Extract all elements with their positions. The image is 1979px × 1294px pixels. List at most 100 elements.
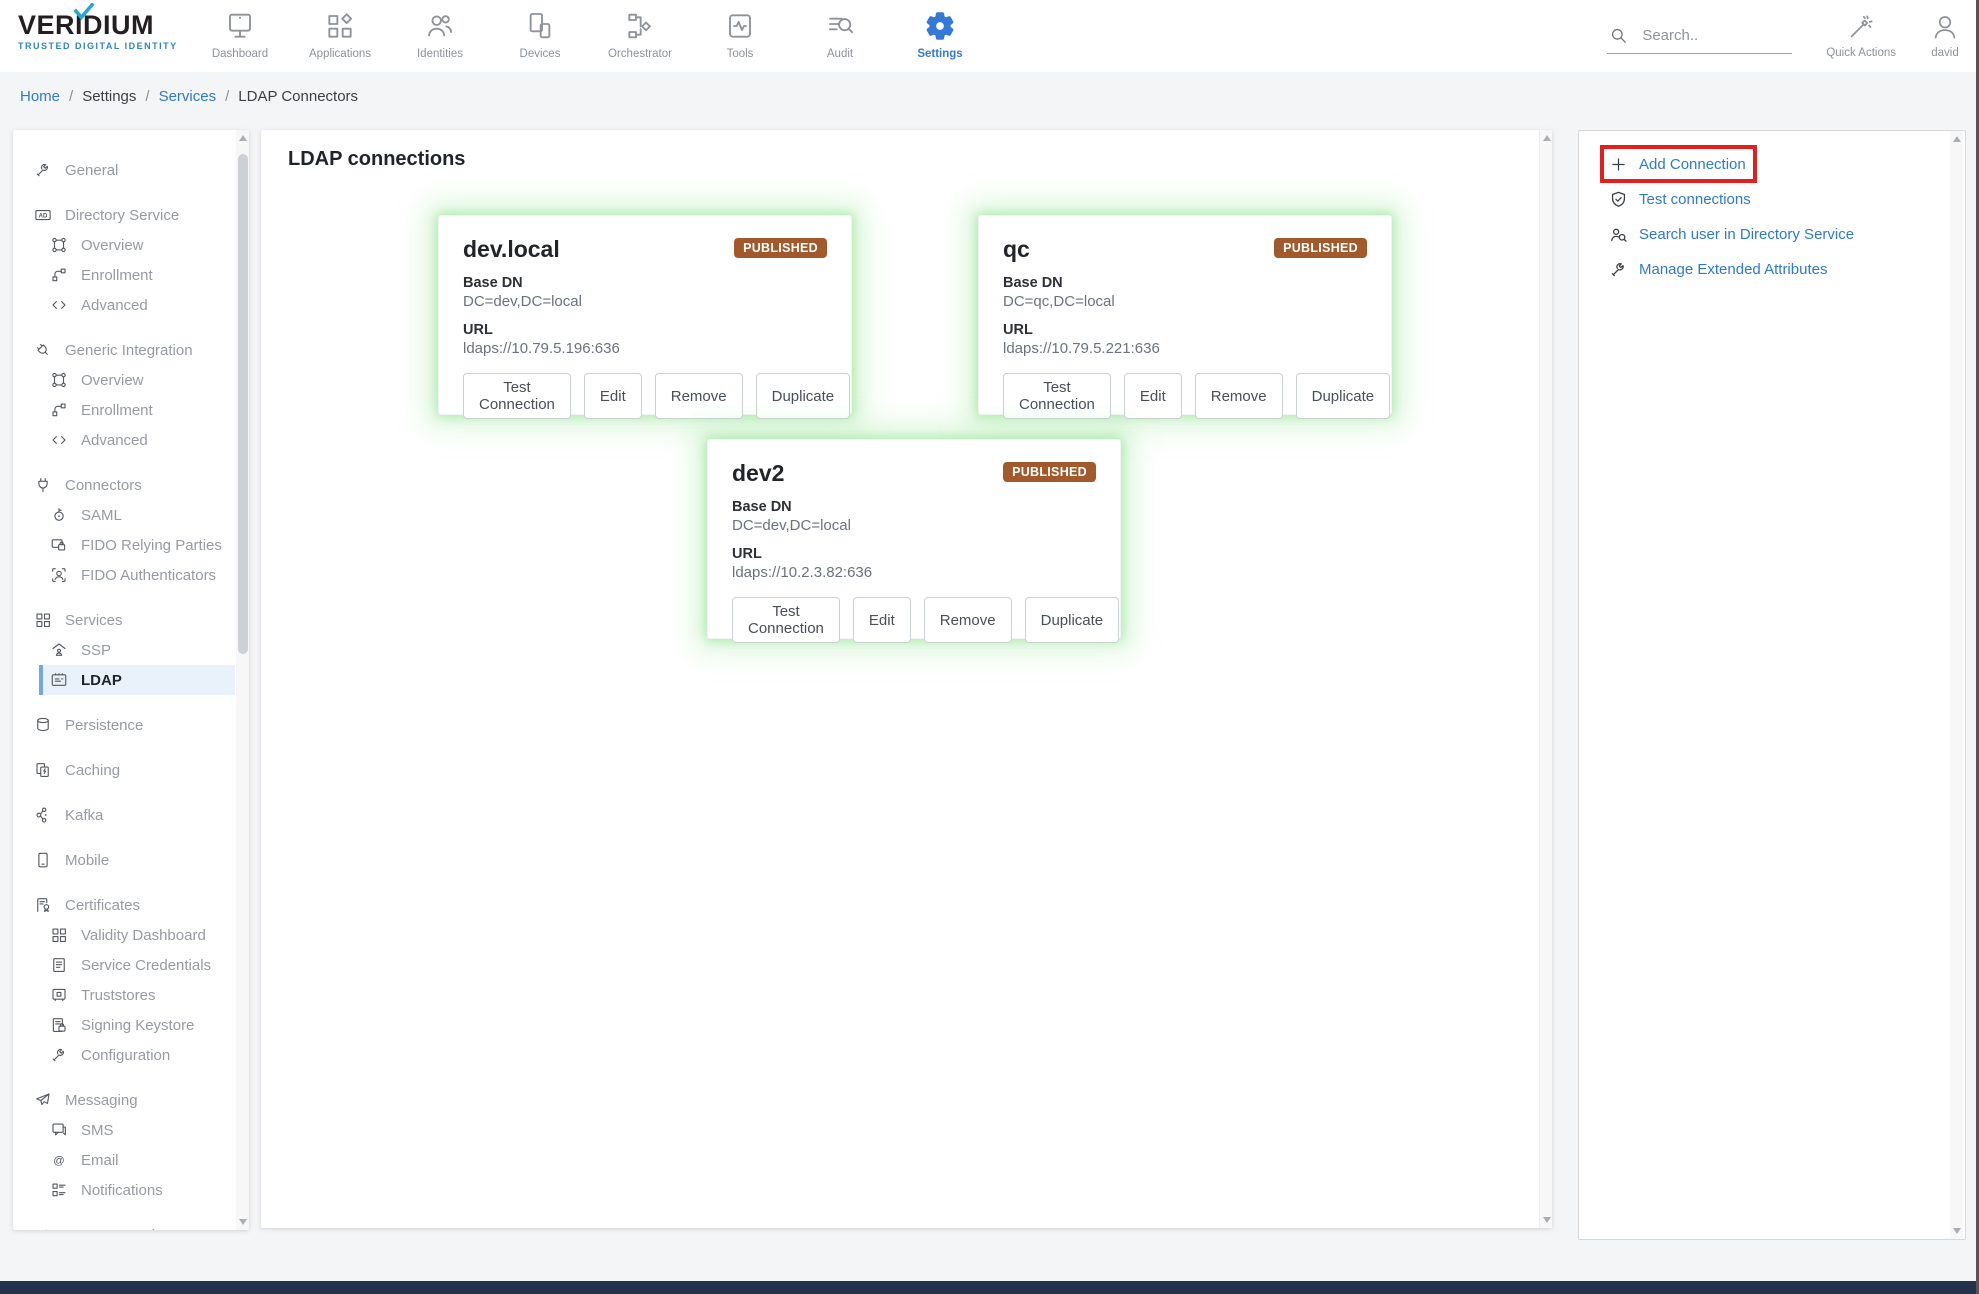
url-value: ldaps://10.79.5.221:636 [1003, 340, 1367, 357]
sidebar-item-groups-roles[interactable]: Groups & Roles [13, 1220, 235, 1230]
plus-icon [1609, 155, 1628, 174]
sidebar-item-notifications[interactable]: Notifications [13, 1175, 235, 1205]
ssp-icon [50, 641, 68, 659]
ldap-connection-card: dev2 PUBLISHED Base DN DC=dev,DC=local U… [707, 439, 1121, 639]
search-icon [1609, 26, 1628, 45]
sidebar-item-email[interactable]: @ Email [13, 1145, 235, 1175]
sidebar-item-general[interactable]: General [13, 155, 235, 185]
sidebar-item-advanced[interactable]: Advanced [13, 425, 235, 455]
breadcrumb-services: Services [159, 88, 217, 105]
sidebar-item-configuration[interactable]: Configuration [13, 1040, 235, 1070]
nav-item-settings[interactable]: Settings [890, 6, 990, 68]
sidebar-item-truststores[interactable]: Truststores [13, 980, 235, 1010]
wrench-icon [50, 1046, 68, 1064]
scroll-up-arrow-icon[interactable] [1543, 135, 1551, 141]
user-menu[interactable]: david [1930, 8, 1960, 59]
tools-icon [724, 10, 756, 42]
sidebar-scrollbar[interactable] [236, 130, 249, 1230]
main-scrollbar[interactable] [1539, 130, 1552, 1228]
key-icon [50, 506, 68, 524]
edit-button[interactable]: Edit [853, 597, 911, 643]
sidebar-item-signing-keystore[interactable]: Signing Keystore [13, 1010, 235, 1040]
scroll-down-arrow-icon[interactable] [1543, 1217, 1551, 1223]
remove-button[interactable]: Remove [655, 373, 743, 419]
action-test-connections[interactable]: Test connections [1609, 186, 1751, 212]
breadcrumb-: / [69, 88, 73, 105]
sidebar-item-overview[interactable]: Overview [13, 365, 235, 395]
edit-button[interactable]: Edit [584, 373, 642, 419]
nav-item-orchestrator[interactable]: Orchestrator [590, 6, 690, 68]
global-search[interactable] [1607, 14, 1792, 54]
sidebar-item-caching[interactable]: Caching [13, 755, 235, 785]
sidebar-item-generic-integration[interactable]: Generic Integration [13, 335, 235, 365]
sidebar-item-connectors[interactable]: Connectors [13, 470, 235, 500]
duplicate-button[interactable]: Duplicate [756, 373, 851, 419]
sidebar-item-enrollment[interactable]: Enrollment [13, 260, 235, 290]
sidebar-item-mobile[interactable]: Mobile [13, 845, 235, 875]
scroll-up-arrow-icon[interactable] [239, 135, 247, 141]
veridium-logo[interactable]: VERIDIUM TRUSTED DIGITAL IDENTITY [18, 12, 188, 51]
sidebar-item-kafka[interactable]: Kafka [13, 800, 235, 830]
sidebar-item-persistence[interactable]: Persistence [13, 710, 235, 740]
actions-scrollbar[interactable] [1950, 131, 1963, 1239]
wrench-icon [1609, 260, 1628, 279]
test-connection-button[interactable]: Test Connection [463, 373, 571, 419]
action-search-user-in-directory-service[interactable]: Search user in Directory Service [1609, 221, 1854, 247]
url-value: ldaps://10.79.5.196:636 [463, 340, 827, 357]
test-connection-button[interactable]: Test Connection [732, 597, 840, 643]
sidebar-item-ldap[interactable]: LDAP [39, 665, 235, 695]
breadcrumb-ldap-connectors: LDAP Connectors [238, 88, 358, 105]
scrollbar-thumb[interactable] [238, 154, 248, 654]
sidebar-item-enrollment[interactable]: Enrollment [13, 395, 235, 425]
mobile-icon [34, 851, 52, 869]
sidebar-item-sms[interactable]: SMS [13, 1115, 235, 1145]
status-badge: PUBLISHED [1274, 238, 1367, 258]
base-dn-label: Base DN [732, 499, 1096, 515]
nav-item-audit[interactable]: Audit [790, 6, 890, 68]
quick-actions-button[interactable]: Quick Actions [1826, 8, 1896, 59]
sidebar-item-certificates[interactable]: Certificates [13, 890, 235, 920]
breadcrumb: Home / Settings / Services / LDAP Connec… [20, 88, 358, 105]
sidebar-item-overview[interactable]: Overview [13, 230, 235, 260]
action-add-connection[interactable]: Add Connection [1609, 151, 1746, 177]
nav-item-dashboard[interactable]: Dashboard [190, 6, 290, 68]
code-icon [50, 431, 68, 449]
edit-button[interactable]: Edit [1124, 373, 1182, 419]
nav-item-identities[interactable]: Identities [390, 6, 490, 68]
sidebar-item-fido-relying-parties[interactable]: FIDO Relying Parties [13, 530, 235, 560]
remove-button[interactable]: Remove [1195, 373, 1283, 419]
scroll-down-arrow-icon[interactable] [239, 1219, 247, 1225]
identities-icon [424, 10, 456, 42]
status-badge: PUBLISHED [734, 238, 827, 258]
search-input[interactable] [1642, 27, 1790, 44]
plug-icon [34, 476, 52, 494]
sidebar-item-saml[interactable]: SAML [13, 500, 235, 530]
scroll-down-arrow-icon[interactable] [1953, 1228, 1961, 1234]
sidebar-item-validity-dashboard[interactable]: Validity Dashboard [13, 920, 235, 950]
base-dn-label: Base DN [463, 275, 827, 291]
code-icon [50, 296, 68, 314]
sidebar-item-fido-authenticators[interactable]: FIDO Authenticators [13, 560, 235, 590]
remove-button[interactable]: Remove [924, 597, 1012, 643]
logo-tagline: TRUSTED DIGITAL IDENTITY [18, 41, 188, 51]
connection-name: dev.local [463, 236, 560, 263]
sidebar-item-service-credentials[interactable]: Service Credentials [13, 950, 235, 980]
sidebar-item-messaging[interactable]: Messaging [13, 1085, 235, 1115]
scroll-up-arrow-icon[interactable] [1953, 136, 1961, 142]
sidebar-item-advanced[interactable]: Advanced [13, 290, 235, 320]
username: david [1931, 47, 1959, 59]
duplicate-button[interactable]: Duplicate [1025, 597, 1120, 643]
sidebar-item-ssp[interactable]: SSP [13, 635, 235, 665]
nav-item-tools[interactable]: Tools [690, 6, 790, 68]
nav-item-devices[interactable]: Devices [490, 6, 590, 68]
primary-nav: Dashboard Applications Identities Device… [190, 6, 990, 68]
breadcrumb-: / [225, 88, 229, 105]
nav-item-applications[interactable]: Applications [290, 6, 390, 68]
monitor-icon [224, 10, 256, 42]
action-manage-extended-attributes[interactable]: Manage Extended Attributes [1609, 256, 1827, 282]
test-connection-button[interactable]: Test Connection [1003, 373, 1111, 419]
sidebar-item-directory-service[interactable]: AD Directory Service [13, 200, 235, 230]
integration-icon [34, 341, 52, 359]
duplicate-button[interactable]: Duplicate [1296, 373, 1391, 419]
sidebar-item-services[interactable]: Services [13, 605, 235, 635]
